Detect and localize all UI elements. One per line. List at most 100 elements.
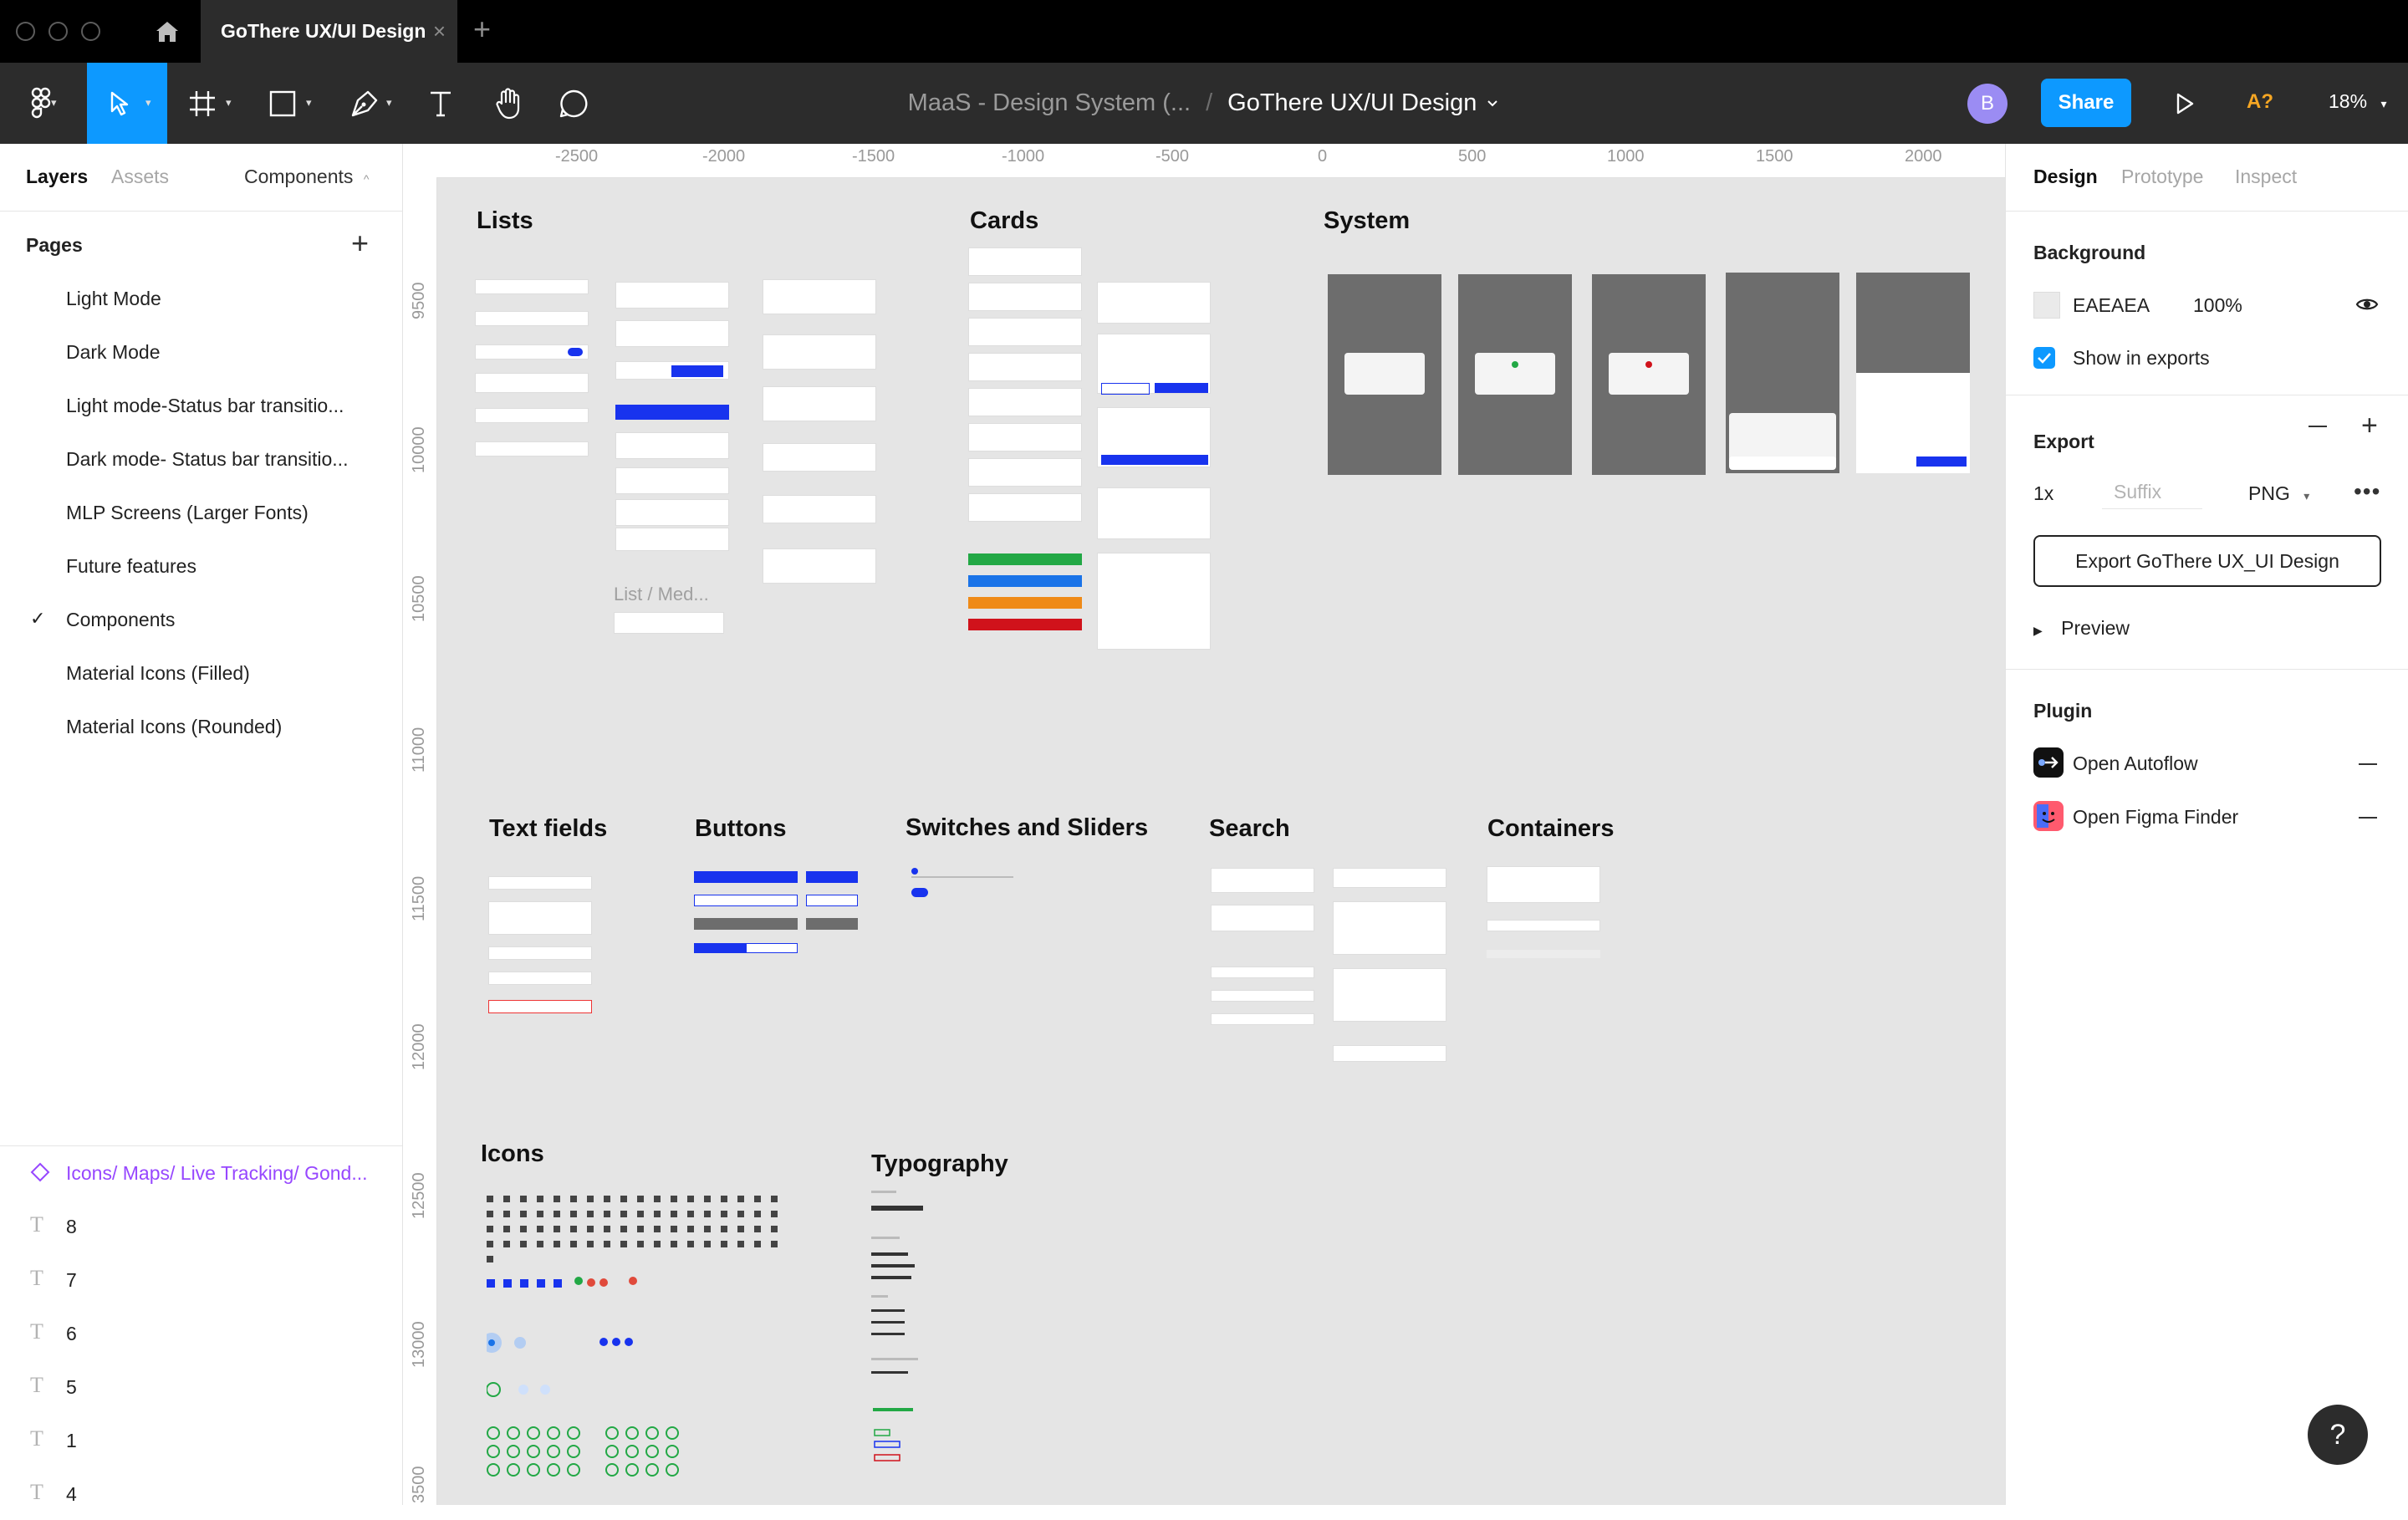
close-window-button[interactable] <box>16 22 35 41</box>
export-suffix-input[interactable]: Suffix <box>2102 472 2202 509</box>
shape-tool-button[interactable]: ▾ <box>256 63 323 144</box>
frame-tool-button[interactable]: ▾ <box>176 63 242 144</box>
typography-frame[interactable] <box>871 1191 963 1466</box>
divider <box>2006 211 2408 212</box>
main-menu-button[interactable]: ▾ <box>13 63 72 144</box>
add-page-icon[interactable]: + <box>351 226 369 261</box>
toggle-switch <box>911 888 928 897</box>
remove-plugin-icon[interactable] <box>2359 817 2377 819</box>
home-icon[interactable] <box>134 0 201 63</box>
hand-tool-button[interactable] <box>483 63 533 144</box>
text-layer-icon: T <box>30 1212 43 1237</box>
export-format-select[interactable]: PNG ▾ <box>2248 482 2309 505</box>
trip-cards-frame[interactable] <box>1097 282 1211 650</box>
page-item-components[interactable]: Components <box>66 609 175 631</box>
page-item-mlp-screens[interactable]: MLP Screens (Larger Fonts) <box>66 502 309 524</box>
picker-screen[interactable] <box>1856 273 1970 473</box>
tab-assets[interactable]: Assets <box>111 166 169 188</box>
user-avatar[interactable]: B <box>1967 84 2008 124</box>
list-item[interactable] <box>614 612 724 634</box>
page-item-light-mode[interactable]: Light Mode <box>66 288 161 310</box>
accessibility-check-button[interactable]: A? <box>2247 90 2273 114</box>
minimize-window-button[interactable] <box>48 22 68 41</box>
layer-row[interactable]: Icons/ Maps/ Live Tracking/ Gond... <box>0 1145 402 1199</box>
preview-toggle[interactable]: ▶ Preview <box>2033 617 2130 640</box>
slider-thumb <box>911 868 918 875</box>
list-item <box>475 344 589 360</box>
section-title-icons: Icons <box>481 1140 544 1167</box>
feedback-screen[interactable] <box>1458 274 1572 475</box>
page-item-light-status-bar[interactable]: Light mode-Status bar transitio... <box>66 395 344 417</box>
section-title-search: Search <box>1209 815 1290 842</box>
help-button[interactable]: ? <box>2308 1405 2368 1465</box>
text-area <box>488 901 592 935</box>
icons-grid[interactable] <box>482 1196 796 1480</box>
list-item <box>475 373 589 393</box>
layer-row[interactable]: T 4 <box>0 1466 402 1520</box>
chevron-down-icon: ▾ <box>145 96 151 109</box>
page-item-dark-status-bar[interactable]: Dark mode- Status bar transitio... <box>66 448 348 471</box>
breadcrumb-file-name[interactable]: GoThere UX/UI Design <box>1227 89 1477 117</box>
more-options-icon[interactable]: ••• <box>2354 478 2380 505</box>
move-tool-button[interactable]: ▾ <box>87 63 167 144</box>
list-frame[interactable] <box>615 282 729 551</box>
present-button[interactable] <box>2172 84 2197 124</box>
file-tab[interactable]: GoThere UX/UI Design × <box>201 0 457 63</box>
section-title-cards: Cards <box>970 207 1039 234</box>
alert-stack[interactable] <box>968 553 1082 635</box>
search-results-frame[interactable] <box>1333 868 1446 1069</box>
add-export-icon[interactable]: + <box>2361 410 2378 442</box>
tab-prototype[interactable]: Prototype <box>2121 166 2203 188</box>
vertical-ruler: 9500 10000 10500 11000 11500 12000 12500… <box>403 177 437 1505</box>
tab-inspect[interactable]: Inspect <box>2235 166 2297 188</box>
tab-components[interactable]: Components ^ <box>244 166 369 188</box>
eye-icon[interactable] <box>2355 296 2379 317</box>
action-sheet-screen[interactable] <box>1726 273 1839 473</box>
ruler-label: -2500 <box>555 147 599 166</box>
tab-layers[interactable]: Layers <box>26 166 88 188</box>
export-button[interactable]: Export GoThere UX_UI Design <box>2033 535 2381 587</box>
new-tab-icon[interactable]: + <box>473 12 491 47</box>
background-opacity-input[interactable]: 100% <box>2193 294 2242 317</box>
search-frame[interactable] <box>1211 868 1314 1027</box>
background-color-swatch[interactable] <box>2033 292 2060 319</box>
design-canvas[interactable]: -2500 -2000 -1500 -1000 -500 0 500 1000 … <box>403 144 2005 1505</box>
layer-row[interactable]: T 5 <box>0 1359 402 1413</box>
list-frame[interactable] <box>475 279 589 457</box>
text-tool-button[interactable] <box>418 63 463 144</box>
show-in-exports-checkbox[interactable] <box>2033 347 2055 369</box>
error-screen[interactable] <box>1592 274 1706 475</box>
layer-row[interactable]: T 1 <box>0 1413 402 1466</box>
plugin-figma-finder[interactable]: Open Figma Finder <box>2073 806 2238 829</box>
layer-row[interactable]: T 6 <box>0 1306 402 1359</box>
file-menu-chevron-icon[interactable] <box>1485 99 1500 109</box>
close-tab-icon[interactable]: × <box>433 18 446 44</box>
buttons-frame[interactable] <box>694 871 858 972</box>
text-fields-frame[interactable] <box>488 876 592 1060</box>
layer-row[interactable]: T 7 <box>0 1252 402 1306</box>
zoom-menu[interactable]: 18% ▾ <box>2329 90 2386 113</box>
layer-row[interactable]: T 8 <box>0 1199 402 1252</box>
remove-plugin-icon[interactable] <box>2359 763 2377 765</box>
cards-frame[interactable] <box>968 247 1082 525</box>
page-item-future-features[interactable]: Future features <box>66 555 196 578</box>
maximize-window-button[interactable] <box>81 22 100 41</box>
pen-tool-button[interactable]: ▾ <box>334 63 410 144</box>
ruler-label: 10500 <box>410 575 428 622</box>
rectangle-icon <box>269 90 296 116</box>
tab-design[interactable]: Design <box>2033 166 2098 188</box>
page-item-material-icons-rounded[interactable]: Material Icons (Rounded) <box>66 716 282 738</box>
page-item-dark-mode[interactable]: Dark Mode <box>66 341 160 364</box>
background-hex-input[interactable]: EAEAEA <box>2073 294 2150 317</box>
plugin-autoflow[interactable]: Open Autoflow <box>2073 752 2198 775</box>
export-scale-select[interactable]: 1x <box>2033 482 2053 505</box>
list-frame[interactable] <box>763 279 876 584</box>
share-button[interactable]: Share <box>2041 79 2131 127</box>
remove-export-icon[interactable] <box>2309 426 2327 427</box>
comment-tool-button[interactable] <box>548 63 599 144</box>
breadcrumb-project[interactable]: MaaS - Design System (... <box>908 89 1191 117</box>
dialog-screen[interactable] <box>1328 274 1441 475</box>
switches-frame[interactable] <box>911 868 1020 901</box>
page-item-material-icons-filled[interactable]: Material Icons (Filled) <box>66 662 250 685</box>
containers-frame[interactable] <box>1487 866 1600 967</box>
